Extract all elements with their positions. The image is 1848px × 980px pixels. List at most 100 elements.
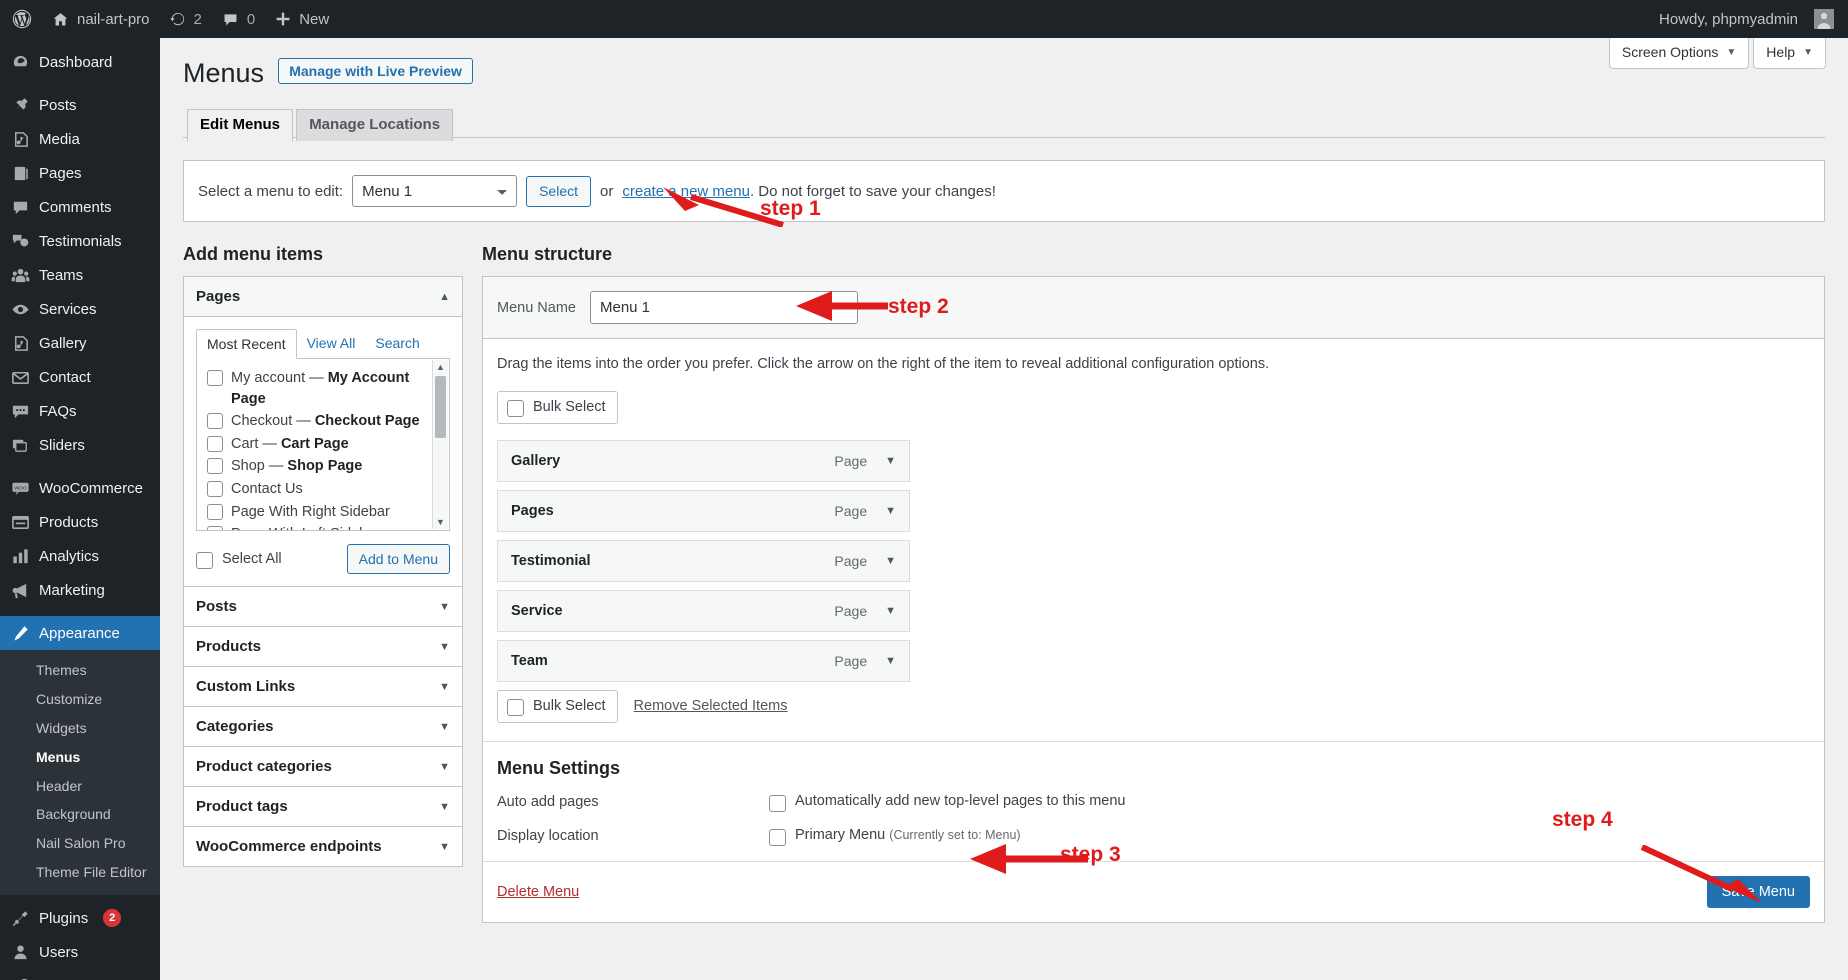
sidebar-item-sliders[interactable]: Sliders	[0, 428, 160, 462]
tab-most-recent[interactable]: Most Recent	[196, 329, 297, 360]
submenu-item-themes[interactable]: Themes	[0, 656, 160, 685]
sidebar-item-plugins[interactable]: Plugins 2	[0, 901, 160, 935]
screen-options-button[interactable]: Screen Options ▼	[1608, 38, 1750, 69]
help-button[interactable]: Help ▼	[1753, 38, 1826, 69]
sidebar-item-media[interactable]: Media	[0, 122, 160, 156]
page-checkbox[interactable]	[207, 435, 223, 452]
submenu-item-menus[interactable]: Menus	[0, 743, 160, 772]
pages-list-scrollbar[interactable]: ▲ ▼	[432, 360, 448, 530]
chevron-down-icon[interactable]: ▼	[885, 655, 896, 667]
sidebar-item-users[interactable]: Users	[0, 935, 160, 969]
menu-settings-section: Menu Settings Auto add pages Automatical…	[483, 740, 1824, 846]
sidebar-item-products[interactable]: Products	[0, 505, 160, 539]
accordion-header-woocommerce-endpoints[interactable]: WooCommerce endpoints ▼	[184, 827, 462, 867]
list-item[interactable]: Contact Us	[207, 478, 439, 501]
menu-item-row[interactable]: Testimonial Page ▼	[497, 539, 910, 582]
chevron-down-icon: ▼	[439, 600, 450, 613]
manage-with-live-preview-button[interactable]: Manage with Live Preview	[278, 57, 473, 84]
wp-logo-button[interactable]	[0, 0, 42, 38]
sidebar-item-posts[interactable]: Posts	[0, 88, 160, 122]
delete-menu-link[interactable]: Delete Menu	[497, 884, 579, 900]
bulk-select-checkbox[interactable]	[507, 698, 524, 716]
list-item[interactable]: Page With Left Sidebar	[207, 523, 439, 531]
scroll-up-icon[interactable]: ▲	[436, 360, 445, 374]
new-content-button[interactable]: New	[265, 0, 339, 38]
sidebar-item-comments[interactable]: Comments	[0, 190, 160, 224]
sidebar-item-gallery[interactable]: Gallery	[0, 326, 160, 360]
tab-edit-menus[interactable]: Edit Menus	[187, 109, 294, 143]
submenu-item-nail-salon-pro[interactable]: Nail Salon Pro	[0, 829, 160, 858]
accordion-header-product-categories[interactable]: Product categories ▼	[184, 747, 462, 788]
sidebar-item-services[interactable]: Services	[0, 292, 160, 326]
submenu-item-widgets[interactable]: Widgets	[0, 714, 160, 743]
page-checkbox[interactable]	[207, 480, 223, 497]
pages-checkbox-list[interactable]: My account — My Account Page Checkout — …	[196, 359, 450, 532]
page-checkbox[interactable]	[207, 413, 223, 430]
submenu-item-background[interactable]: Background	[0, 800, 160, 829]
menu-item-row[interactable]: Gallery Page ▼	[497, 439, 910, 482]
sidebar-item-teams[interactable]: Teams	[0, 258, 160, 292]
bulk-select-top[interactable]: Bulk Select	[497, 390, 618, 424]
or-text: or	[600, 182, 614, 200]
select-all-checkbox[interactable]	[196, 551, 213, 569]
sidebar-item-woocommerce[interactable]: WOO WooCommerce	[0, 471, 160, 505]
list-item[interactable]: Shop — Shop Page	[207, 455, 439, 478]
chevron-down-icon[interactable]: ▼	[885, 605, 896, 617]
menu-item-row[interactable]: Service Page ▼	[497, 589, 910, 632]
list-item[interactable]: Checkout — Checkout Page	[207, 410, 439, 433]
list-item[interactable]: Page With Right Sidebar	[207, 501, 439, 524]
tab-search[interactable]: Search	[365, 329, 429, 358]
menu-item-row[interactable]: Team Page ▼	[497, 639, 910, 682]
sidebar-item-pages[interactable]: Pages	[0, 156, 160, 190]
bulk-select-checkbox[interactable]	[507, 399, 524, 417]
page-checkbox[interactable]	[207, 503, 223, 520]
list-item[interactable]: My account — My Account Page	[207, 367, 439, 410]
select-button[interactable]: Select	[526, 175, 592, 207]
sidebar-item-faqs[interactable]: FAQs	[0, 394, 160, 428]
sidebar-item-analytics[interactable]: Analytics	[0, 539, 160, 573]
chevron-down-icon[interactable]: ▼	[885, 555, 896, 567]
sidebar-item-marketing[interactable]: Marketing	[0, 573, 160, 607]
sidebar-item-dashboard[interactable]: Dashboard	[0, 45, 160, 79]
submenu-item-customize[interactable]: Customize	[0, 685, 160, 714]
scrollbar-thumb[interactable]	[435, 376, 446, 439]
comments-button[interactable]: 0	[212, 0, 265, 38]
accordion-header-products[interactable]: Products ▼	[184, 627, 462, 668]
chevron-down-icon[interactable]: ▼	[885, 455, 896, 467]
accordion-header-posts[interactable]: Posts ▼	[184, 587, 462, 628]
add-to-menu-button[interactable]: Add to Menu	[346, 544, 450, 575]
my-account-menu[interactable]: Howdy, phpmyadmin	[1649, 0, 1848, 38]
chevron-down-icon[interactable]: ▼	[885, 505, 896, 517]
page-checkbox[interactable]	[207, 458, 223, 475]
site-name-menu[interactable]: nail-art-pro	[42, 0, 160, 38]
select-all-control[interactable]: Select All	[196, 550, 282, 569]
accordion-header-categories[interactable]: Categories ▼	[184, 707, 462, 748]
bulk-select-bottom[interactable]: Bulk Select	[497, 689, 618, 723]
sidebar-item-contact[interactable]: Contact	[0, 360, 160, 394]
menu-item-meta: Page ▼	[834, 553, 896, 569]
main-content: Screen Options ▼ Help ▼ Menus Manage wit…	[160, 38, 1848, 980]
nav-tab-wrapper: Edit Menus Manage Locations	[183, 108, 1825, 143]
tab-view-all[interactable]: View All	[297, 329, 366, 358]
auto-add-pages-control[interactable]: Automatically add new top-level pages to…	[769, 793, 1125, 812]
sidebar-item-appearance[interactable]: Appearance	[0, 616, 160, 650]
tab-manage-locations[interactable]: Manage Locations	[296, 109, 454, 142]
scroll-down-icon[interactable]: ▼	[436, 515, 445, 529]
primary-menu-checkbox[interactable]	[769, 828, 786, 846]
menu-select-dropdown[interactable]: Menu 1	[352, 175, 518, 208]
submenu-item-header[interactable]: Header	[0, 772, 160, 801]
accordion-header-custom-links[interactable]: Custom Links ▼	[184, 667, 462, 708]
sidebar-item-testimonials[interactable]: Testimonials	[0, 224, 160, 258]
menu-item-row[interactable]: Pages Page ▼	[497, 489, 910, 532]
sidebar-item-tools[interactable]: Tools	[0, 969, 160, 980]
accordion-header-product-tags[interactable]: Product tags ▼	[184, 787, 462, 828]
list-item[interactable]: Cart — Cart Page	[207, 433, 439, 456]
auto-add-pages-checkbox[interactable]	[769, 794, 786, 812]
submenu-item-theme-file-editor[interactable]: Theme File Editor	[0, 858, 160, 887]
remove-selected-items-link[interactable]: Remove Selected Items	[634, 698, 788, 714]
select-menu-label: Select a menu to edit:	[198, 182, 344, 200]
updates-button[interactable]: 2	[160, 0, 212, 38]
page-checkbox[interactable]	[207, 370, 223, 387]
accordion-header-pages[interactable]: Pages ▲	[184, 277, 462, 318]
page-checkbox[interactable]	[207, 526, 223, 531]
